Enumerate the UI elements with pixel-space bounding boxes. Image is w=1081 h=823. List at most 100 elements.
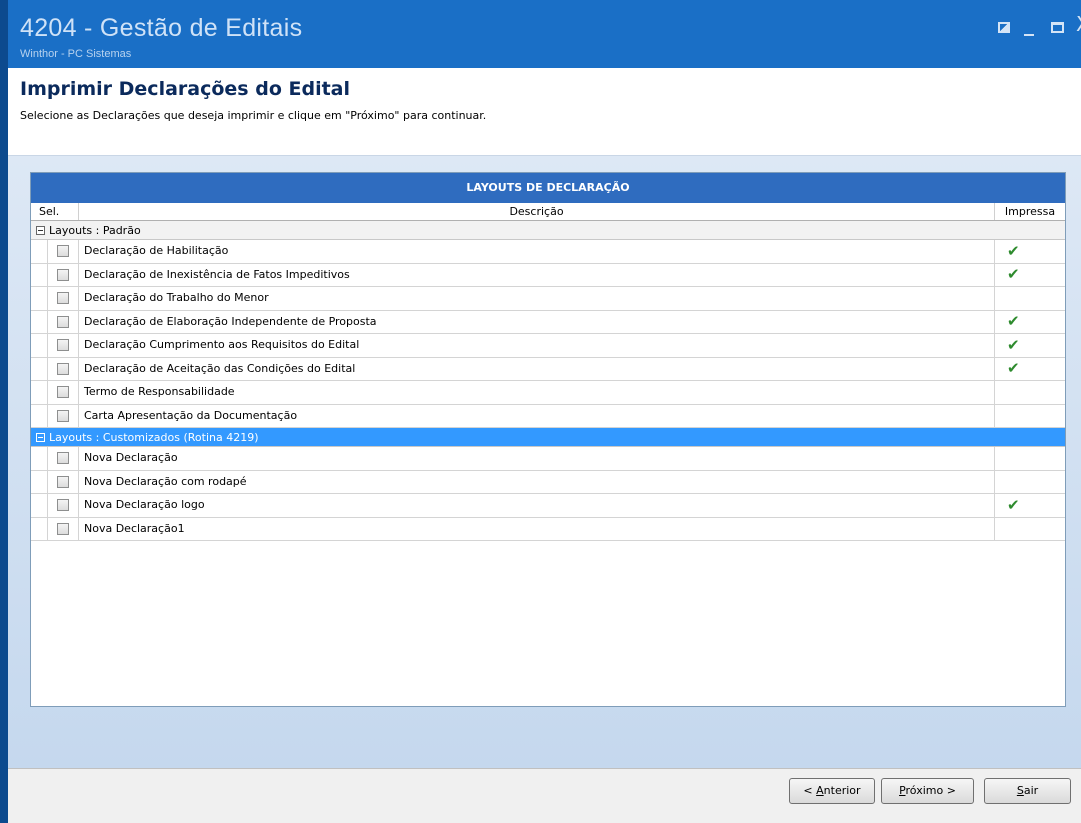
window-subtitle: Winthor - PC Sistemas: [20, 48, 132, 60]
select-cell: [47, 287, 79, 310]
layouts-grid: LAYOUTS DE DECLARAÇÃO Sel. Descrição Imp…: [30, 172, 1066, 707]
row-indent: [31, 358, 47, 381]
printed-cell: [995, 471, 1065, 494]
table-row[interactable]: Nova Declaração: [31, 447, 1065, 471]
select-checkbox[interactable]: [57, 339, 69, 352]
table-row[interactable]: Nova Declaração logo ✔: [31, 494, 1065, 518]
close-icon[interactable]: X: [1076, 14, 1081, 34]
row-indent: [31, 311, 47, 334]
select-checkbox[interactable]: [57, 315, 69, 328]
table-row[interactable]: Declaração de Elaboração Independente de…: [31, 310, 1065, 334]
printed-cell: [995, 405, 1065, 428]
select-cell: [47, 470, 79, 493]
row-description: Declaração de Elaboração Independente de…: [79, 310, 995, 333]
select-cell: [47, 263, 79, 286]
select-cell: [47, 404, 79, 427]
table-row[interactable]: Nova Declaração com rodapé: [31, 470, 1065, 494]
select-checkbox[interactable]: [57, 245, 69, 258]
select-cell: [47, 494, 79, 517]
page-title: Imprimir Declarações do Edital: [20, 78, 350, 100]
group-row[interactable]: Layouts : Customizados (Rotina 4219): [31, 428, 1065, 447]
checkmark-icon: ✔: [1007, 335, 1020, 354]
select-checkbox[interactable]: [57, 475, 69, 488]
row-indent: [31, 471, 47, 494]
table-row[interactable]: Declaração de Inexistência de Fatos Impe…: [31, 263, 1065, 287]
printed-cell: [995, 287, 1065, 310]
printed-cell: [995, 381, 1065, 404]
row-indent: [31, 334, 47, 357]
column-header-description[interactable]: Descrição: [79, 203, 995, 220]
select-cell: [47, 240, 79, 263]
select-cell: [47, 310, 79, 333]
table-row[interactable]: Carta Apresentação da Documentação: [31, 404, 1065, 428]
grid-body: Layouts : Padrão Declaração de Habilitaçã…: [31, 221, 1065, 541]
table-row[interactable]: Nova Declaração1: [31, 517, 1065, 541]
checkmark-icon: ✔: [1007, 265, 1020, 284]
select-checkbox[interactable]: [57, 268, 69, 281]
select-checkbox[interactable]: [57, 386, 69, 399]
column-header-printed[interactable]: Impressa: [995, 203, 1065, 220]
row-indent: [31, 381, 47, 404]
group-row[interactable]: Layouts : Padrão: [31, 221, 1065, 240]
work-area: LAYOUTS DE DECLARAÇÃO Sel. Descrição Imp…: [8, 156, 1081, 768]
group-label: Layouts : Padrão: [49, 223, 141, 237]
printed-cell: ✔: [995, 264, 1065, 287]
next-button[interactable]: Próximo >: [881, 778, 974, 804]
checkmark-icon: ✔: [1007, 359, 1020, 378]
printed-cell: ✔: [995, 311, 1065, 334]
table-row[interactable]: Declaração Cumprimento aos Requisitos do…: [31, 334, 1065, 358]
row-description: Declaração de Inexistência de Fatos Impe…: [79, 263, 995, 286]
select-checkbox[interactable]: [57, 499, 69, 512]
checkmark-icon: ✔: [1007, 312, 1020, 331]
table-row[interactable]: Declaração de Habilitação ✔: [31, 240, 1065, 264]
row-description: Termo de Responsabilidade: [79, 381, 995, 404]
column-header-sel[interactable]: Sel.: [31, 203, 79, 220]
row-indent: [31, 447, 47, 470]
select-checkbox[interactable]: [57, 362, 69, 375]
row-indent: [31, 518, 47, 541]
select-checkbox[interactable]: [57, 409, 69, 422]
row-indent: [31, 287, 47, 310]
row-indent: [31, 264, 47, 287]
wizard-footer: < Anterior Próximo > Sair: [8, 768, 1081, 823]
restore-icon[interactable]: [998, 22, 1010, 33]
exit-button[interactable]: Sair: [984, 778, 1071, 804]
minimize-icon[interactable]: [1024, 34, 1034, 36]
printed-cell: [995, 518, 1065, 541]
select-cell: [47, 447, 79, 470]
select-cell: [47, 517, 79, 540]
row-indent: [31, 405, 47, 428]
printed-cell: ✔: [995, 358, 1065, 381]
group-label: Layouts : Customizados (Rotina 4219): [49, 430, 259, 444]
row-description: Carta Apresentação da Documentação: [79, 404, 995, 427]
select-checkbox[interactable]: [57, 292, 69, 305]
table-row[interactable]: Declaração de Aceitação das Condições do…: [31, 357, 1065, 381]
row-description: Nova Declaração com rodapé: [79, 470, 995, 493]
table-row[interactable]: Termo de Responsabilidade: [31, 381, 1065, 405]
page-instruction: Selecione as Declarações que deseja impr…: [20, 109, 487, 122]
row-description: Nova Declaração logo: [79, 494, 995, 517]
select-checkbox[interactable]: [57, 522, 69, 535]
row-indent: [31, 240, 47, 263]
select-cell: [47, 381, 79, 404]
row-description: Declaração de Aceitação das Condições do…: [79, 357, 995, 380]
select-cell: [47, 357, 79, 380]
printed-cell: [995, 447, 1065, 470]
row-description: Declaração Cumprimento aos Requisitos do…: [79, 334, 995, 357]
grid-caption: LAYOUTS DE DECLARAÇÃO: [31, 173, 1065, 203]
maximize-icon[interactable]: [1051, 22, 1064, 33]
collapse-icon[interactable]: [36, 432, 45, 442]
row-description: Declaração do Trabalho do Menor: [79, 287, 995, 310]
printed-cell: ✔: [995, 494, 1065, 517]
row-description: Declaração de Habilitação: [79, 240, 995, 263]
previous-button[interactable]: < Anterior: [789, 778, 875, 804]
title-bar: 4204 - Gestão de Editais Winthor - PC Si…: [0, 0, 1081, 68]
table-row[interactable]: Declaração do Trabalho do Menor: [31, 287, 1065, 311]
printed-cell: ✔: [995, 334, 1065, 357]
select-cell: [47, 334, 79, 357]
select-checkbox[interactable]: [57, 452, 69, 465]
collapse-icon[interactable]: [36, 225, 45, 235]
printed-cell: ✔: [995, 240, 1065, 263]
grid-header: Sel. Descrição Impressa: [31, 203, 1065, 221]
window-body: Imprimir Declarações do Edital Selecione…: [0, 68, 1081, 823]
